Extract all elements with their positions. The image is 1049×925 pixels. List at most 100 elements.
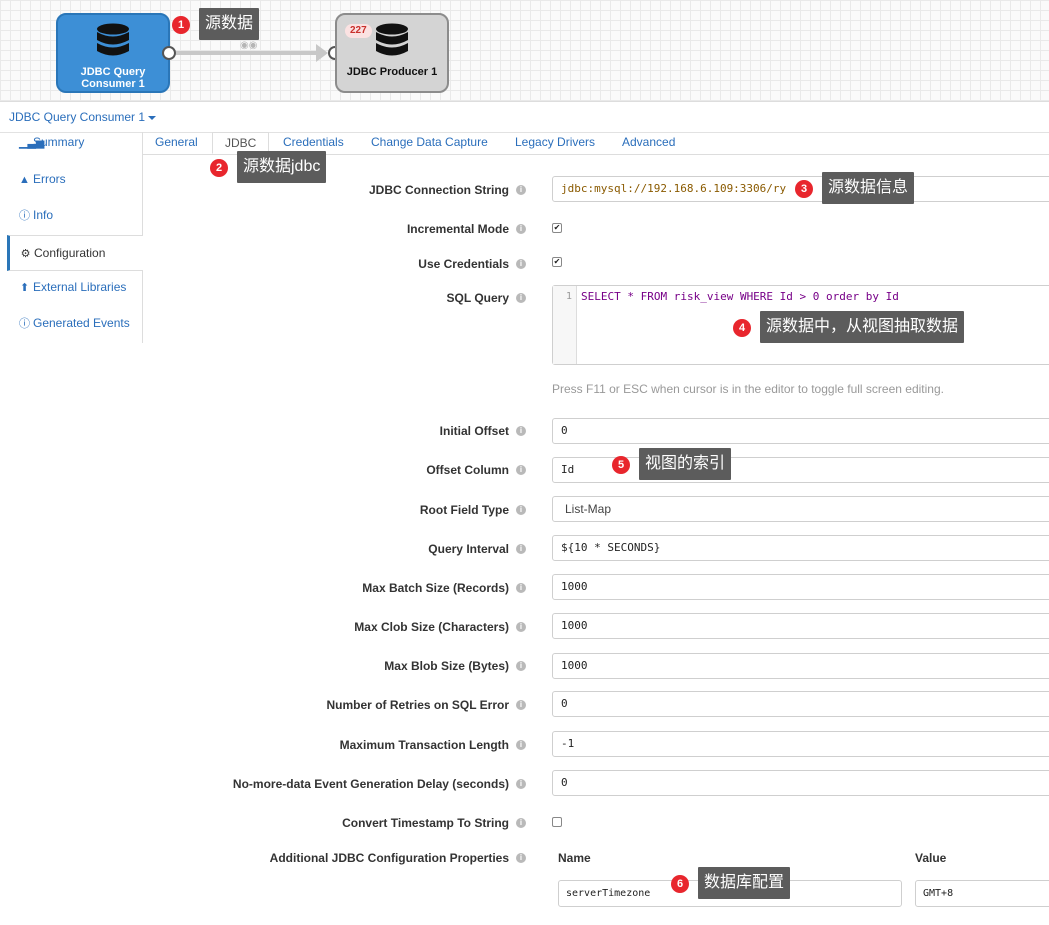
nav-item-external-libraries-label: External Libraries [33,280,127,294]
sql-line-number: 1 [553,286,577,364]
max-transaction-length-input[interactable]: -1 [552,731,1049,757]
no-more-data-delay-label: No-more-data Event Generation Delay (sec… [232,777,509,791]
tab-advanced[interactable]: Advanced [610,132,687,154]
incremental-mode-label: Incremental Mode [406,222,509,236]
nav-item-summary-label: Summary [33,135,85,149]
sql-query-label: SQL Query [446,291,509,305]
info-icon[interactable]: i [516,740,526,750]
annotation-text: 源数据信息 [822,172,915,204]
pipeline-canvas[interactable]: JDBC Query Consumer 1 ◉◉ JDBC Producer 1… [0,0,1049,102]
max-transaction-length-label: Maximum Transaction Length [339,738,509,752]
incremental-mode-checkbox[interactable]: ✔ [552,223,562,233]
no-more-data-delay-input[interactable]: 0 [552,770,1049,796]
info-icon[interactable]: i [516,224,526,234]
max-blob-size-label: Max Blob Size (Bytes) [384,659,509,673]
annotation-badge: 4 [733,319,751,337]
props-value-header: Value [915,851,947,865]
annotation-text: 视图的索引 [639,448,732,480]
annotation-badge: 1 [172,16,190,34]
max-clob-size-input[interactable]: 1000 [552,613,1049,639]
annotation-badge: 3 [795,180,813,198]
record-count-badge: 227 [345,24,372,38]
retries-on-sql-error-input[interactable]: 0 [552,691,1049,717]
info-icon[interactable]: i [516,583,526,593]
annotation-badge: 5 [612,456,630,474]
query-interval-input[interactable]: ${10 * SECONDS} [552,535,1049,561]
glasses-icon[interactable]: ◉◉ [240,40,257,51]
max-batch-size-label: Max Batch Size (Records) [362,581,509,595]
stage-dest-label: JDBC Producer 1 [346,66,438,78]
bar-chart-icon: ▁▃▅ [19,137,45,149]
link-arrow-icon [316,44,328,62]
prop-value-input[interactable]: GMT+8 [915,880,1049,907]
convert-timestamp-label: Convert Timestamp To String [342,816,509,830]
stage-origin-label: JDBC Query Consumer 1 [58,66,168,90]
annotation-text: 源数据中，从视图抽取数据 [760,311,965,343]
info-icon[interactable]: i [516,853,526,863]
nav-item-errors-label: Errors [33,172,66,186]
nav-item-configuration-label: Configuration [34,246,106,260]
tab-change-data-capture[interactable]: Change Data Capture [359,132,500,154]
initial-offset-input[interactable]: 0 [552,418,1049,444]
stage-link[interactable] [176,51,318,55]
nav-item-errors[interactable]: ▲ Errors [7,169,142,203]
nav-item-info[interactable]: ⓘ Info [7,205,142,239]
root-field-type-select[interactable]: List-Map [552,496,1049,522]
info-icon: ⓘ [19,318,30,330]
jdbc-connection-string-label: JDBC Connection String [369,183,509,197]
warning-icon: ▲ [19,174,30,186]
annotation-text: 源数据jdbc [237,151,327,183]
annotation-badge: 6 [671,875,689,893]
stage-origin-label-line1: JDBC Query [80,66,146,78]
info-icon[interactable]: i [516,426,526,436]
query-interval-label: Query Interval [428,542,509,556]
additional-props-label: Additional JDBC Configuration Properties [269,851,509,865]
upload-icon: ⬆ [19,282,30,294]
info-icon[interactable]: i [516,259,526,269]
tab-legacy-drivers[interactable]: Legacy Drivers [503,132,607,154]
annotation-text: 源数据 [199,8,260,40]
offset-column-label: Offset Column [426,463,509,477]
info-icon[interactable]: i [516,293,526,303]
info-icon[interactable]: i [516,465,526,475]
nav-item-configuration[interactable]: ⚙ Configuration [7,235,143,271]
info-icon[interactable]: i [516,622,526,632]
nav-item-summary[interactable]: ▁▃▅Summary [7,132,142,166]
max-blob-size-input[interactable]: 1000 [552,653,1049,679]
use-credentials-label: Use Credentials [418,257,509,271]
info-icon[interactable]: i [516,544,526,554]
side-nav: ▁▃▅Summary ▲ Errors ⓘ Info ⚙ Configuration … [7,132,143,343]
info-icon[interactable]: i [516,818,526,828]
annotation-text: 数据库配置 [698,867,791,899]
sql-editor-hint: Press F11 or ESC when cursor is in the e… [552,382,944,396]
info-icon[interactable]: i [516,661,526,671]
tab-general[interactable]: General [143,132,210,154]
annotation-badge: 2 [210,159,228,177]
gear-icon: ⚙ [20,248,31,260]
database-icon [97,23,129,56]
info-icon[interactable]: i [516,185,526,195]
info-icon[interactable]: i [516,505,526,515]
props-name-header: Name [558,851,591,865]
root-field-type-label: Root Field Type [419,503,509,517]
caret-down-icon [148,115,157,120]
stage-selector-dropdown[interactable]: JDBC Query Consumer 1 [9,110,157,124]
max-batch-size-input[interactable]: 1000 [552,574,1049,600]
info-icon[interactable]: i [516,700,526,710]
sql-query-code[interactable]: SELECT * FROM risk_view WHERE Id > 0 ord… [581,286,899,308]
output-port[interactable] [162,46,176,60]
nav-item-generated-events[interactable]: ⓘ Generated Events [7,313,142,347]
stage-header: JDBC Query Consumer 1 [0,102,1049,133]
nav-item-external-libraries[interactable]: ⬆ External Libraries [7,277,142,311]
convert-timestamp-checkbox[interactable] [552,817,562,827]
stage-jdbc-query-consumer[interactable]: JDBC Query Consumer 1 [56,13,170,93]
nav-item-info-label: Info [33,208,54,222]
max-clob-size-label: Max Clob Size (Characters) [354,620,509,634]
use-credentials-checkbox[interactable]: ✔ [552,257,562,267]
database-icon [376,23,408,56]
info-icon[interactable]: i [516,779,526,789]
nav-item-generated-events-label: Generated Events [33,316,130,330]
initial-offset-label: Initial Offset [439,424,509,438]
stage-selector-label: JDBC Query Consumer 1 [9,110,146,124]
info-icon: ⓘ [19,210,30,222]
